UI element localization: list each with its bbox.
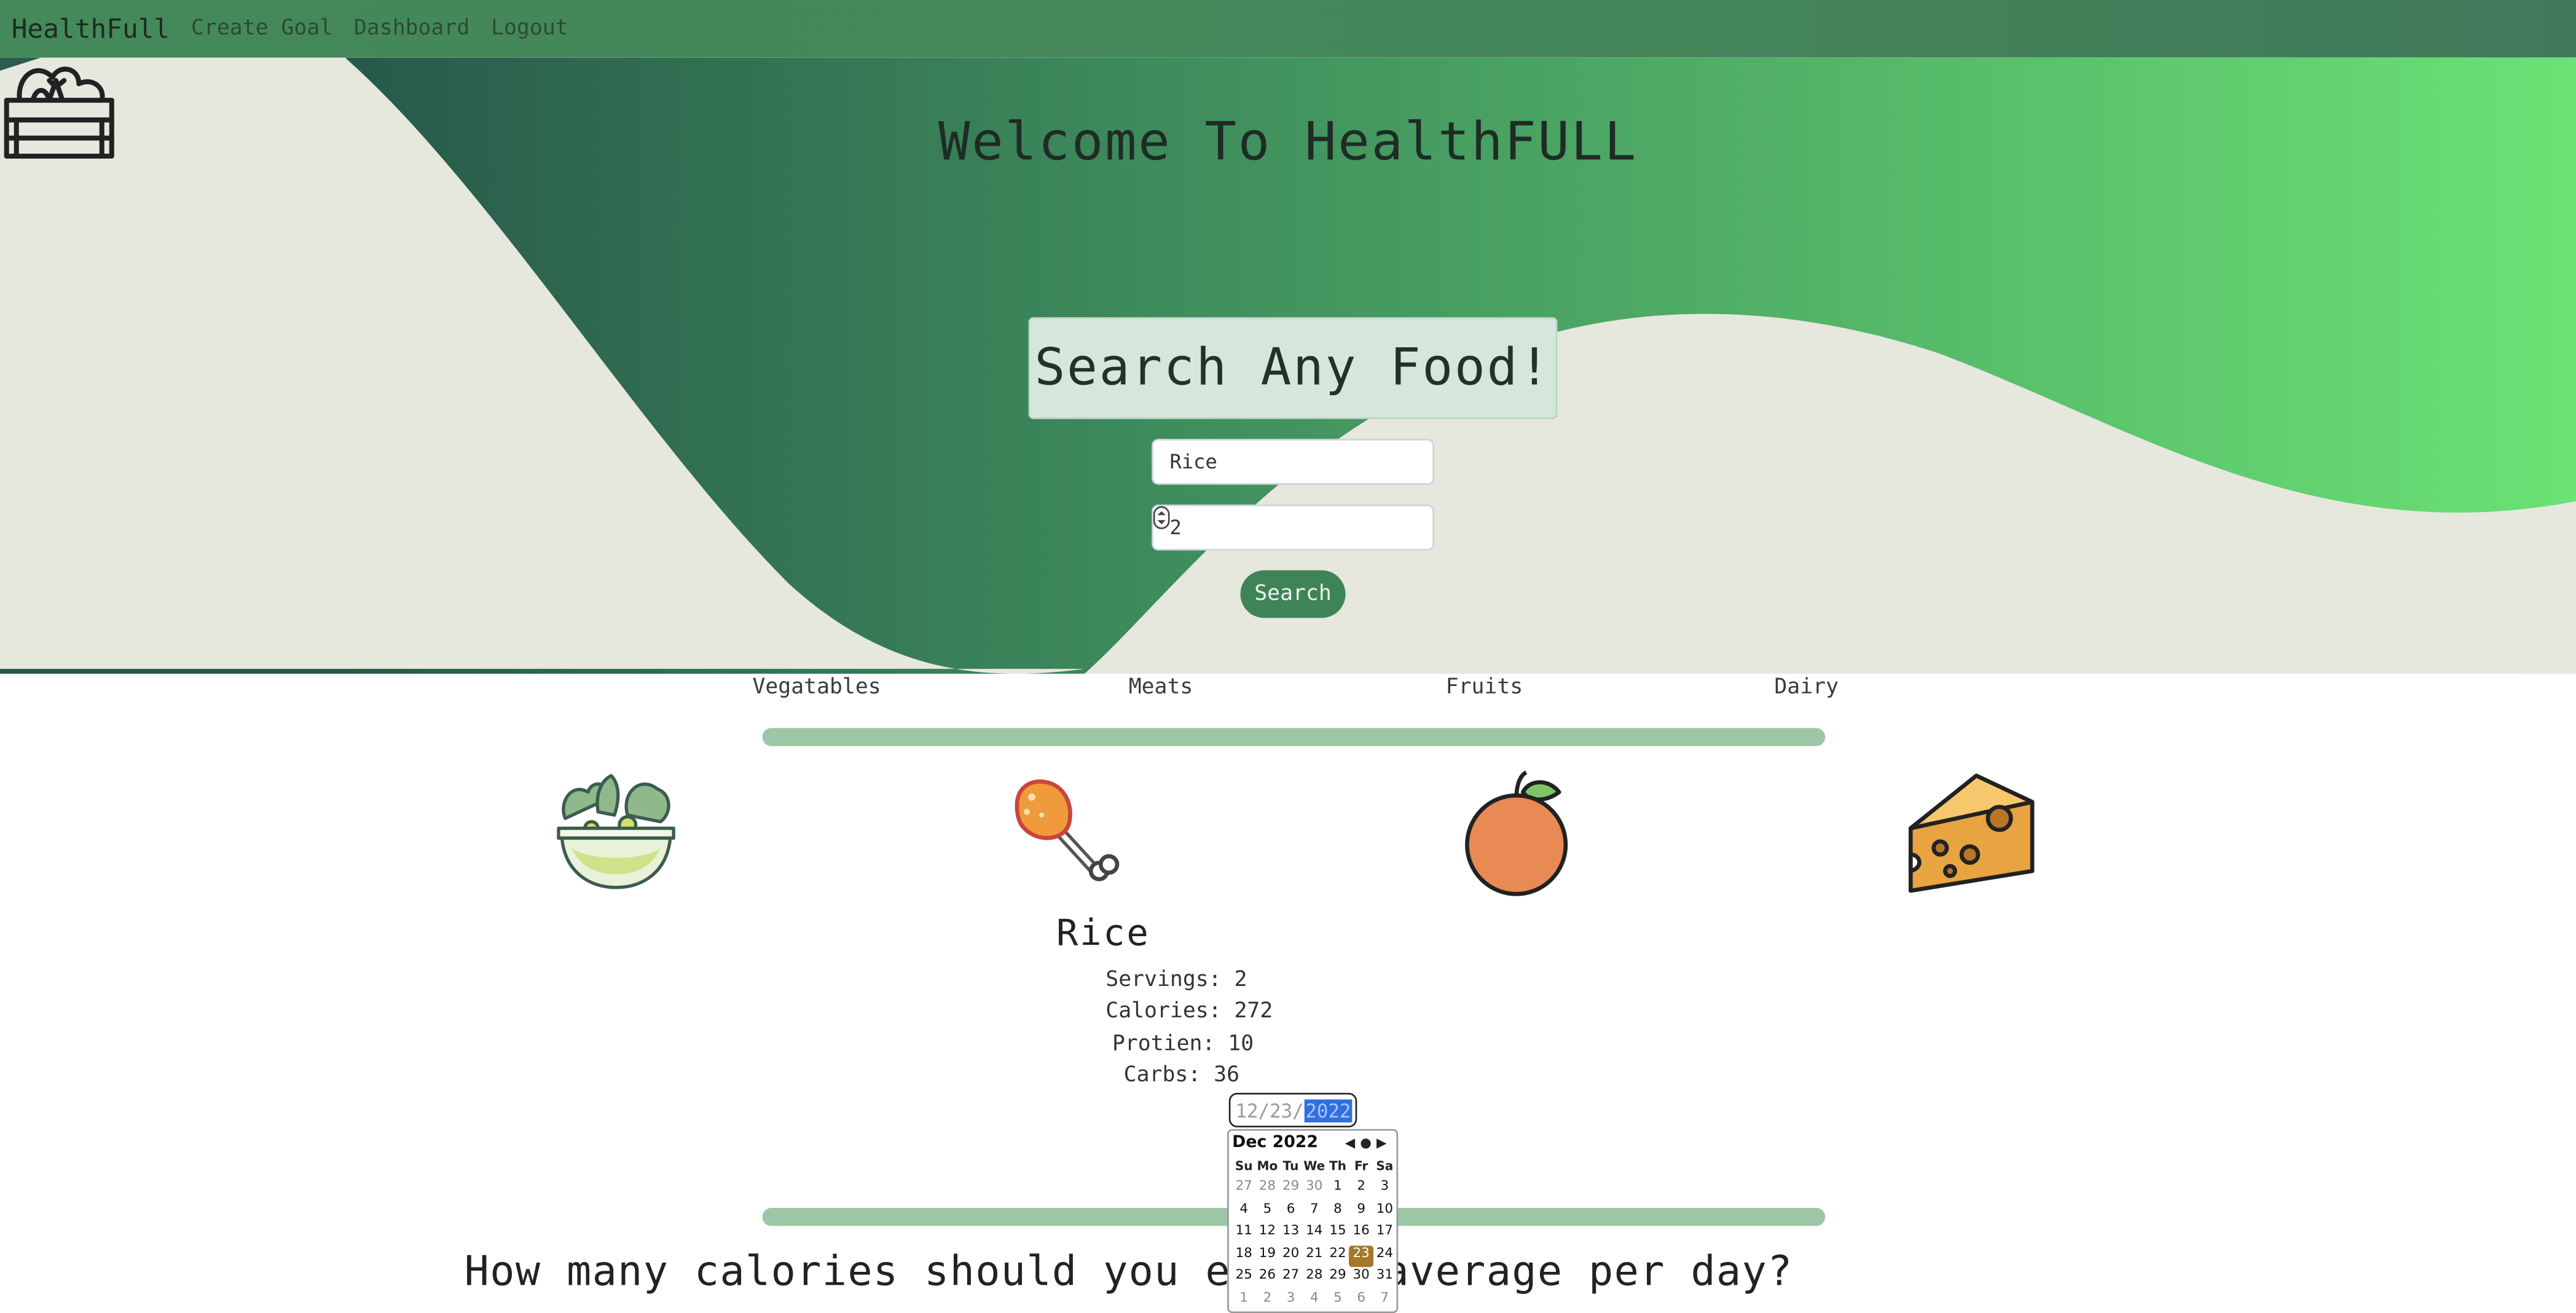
calendar-day[interactable]: 28	[1255, 1178, 1279, 1201]
hero-title: Welcome To HealthFULL	[938, 110, 1638, 173]
next-month-icon[interactable]: ▶	[1376, 1135, 1391, 1150]
weekday-label: Mo	[1257, 1158, 1278, 1173]
calendar-weekday-header: Su Mo Tu We Th Fr Sa	[1232, 1159, 1396, 1173]
calendar-day[interactable]: 10	[1373, 1201, 1396, 1223]
calendar-day[interactable]: 6	[1349, 1289, 1373, 1311]
result-food-name: Rice	[1056, 913, 1150, 955]
calendar-day[interactable]: 2	[1255, 1289, 1279, 1311]
calendar-day[interactable]: 31	[1373, 1267, 1396, 1289]
calendar-day[interactable]: 9	[1349, 1201, 1373, 1223]
divider-bar-top	[762, 728, 1826, 746]
calendar-day[interactable]: 5	[1255, 1201, 1279, 1223]
calendar-day[interactable]: 15	[1326, 1223, 1349, 1245]
date-input[interactable]: 12/23/2022	[1228, 1092, 1357, 1128]
calendar-day[interactable]: 25	[1232, 1267, 1255, 1289]
calendar-day[interactable]: 20	[1279, 1245, 1302, 1267]
calories-question-heading: How many calories should you eat on aver…	[464, 1247, 1793, 1295]
orange-icon[interactable]	[1461, 769, 1573, 897]
calendar-nav: ◀●▶	[1345, 1135, 1392, 1150]
nav-link-logout[interactable]: Logout	[491, 17, 568, 41]
result-carbs: Carbs: 36	[1123, 1063, 1240, 1088]
calendar-day[interactable]: 29	[1326, 1267, 1349, 1289]
calendar-day[interactable]: 17	[1373, 1223, 1396, 1245]
servings-value: 2	[1169, 516, 1182, 539]
calendar-day[interactable]: 24	[1373, 1245, 1396, 1267]
calendar-day[interactable]: 30	[1303, 1178, 1326, 1201]
cheese-icon[interactable]	[1904, 773, 2036, 894]
weekday-label: Fr	[1354, 1158, 1368, 1173]
top-navbar: HealthFull Create Goal Dashboard Logout	[0, 0, 2576, 58]
date-year[interactable]: 2022	[1303, 1098, 1353, 1122]
calendar-day[interactable]: 7	[1373, 1289, 1396, 1311]
date-separator: /	[1258, 1098, 1270, 1122]
today-dot-icon[interactable]: ●	[1360, 1135, 1376, 1150]
calendar-day-grid: 27 28 29 30 1 2 3 4 5 6 7 8 9 10 11 12 13 14 15 16 17 18 19 20 2…	[1232, 1178, 1396, 1312]
calendar-day[interactable]: 11	[1232, 1223, 1255, 1245]
category-fruits[interactable]: Fruits	[1446, 676, 1523, 700]
calendar-month-label[interactable]: Dec 2022	[1232, 1134, 1318, 1152]
calendar-day[interactable]: 18	[1232, 1245, 1255, 1267]
calendar-day[interactable]: 3	[1279, 1289, 1302, 1311]
calendar-day[interactable]: 21	[1303, 1245, 1326, 1267]
calendar-day[interactable]: 1	[1326, 1178, 1349, 1201]
brand-logo-link[interactable]: HealthFull	[12, 13, 170, 44]
calendar-day[interactable]: 27	[1232, 1178, 1255, 1201]
vegetable-crate-icon	[4, 66, 114, 159]
calendar-day[interactable]: 2	[1349, 1178, 1373, 1201]
food-search-input[interactable]: Rice	[1152, 438, 1434, 485]
calendar-day[interactable]: 19	[1255, 1245, 1279, 1267]
calendar-day[interactable]: 13	[1279, 1223, 1302, 1245]
weekday-label: Sa	[1376, 1158, 1394, 1173]
weekday-label: We	[1303, 1158, 1325, 1173]
result-calories: Calories: 272	[1105, 999, 1273, 1024]
calendar-day[interactable]: 1	[1232, 1289, 1255, 1311]
hero-section: Welcome To HealthFULL Search Any Food! R…	[0, 57, 2576, 674]
servings-number-input[interactable]: 2	[1152, 504, 1434, 551]
chicken-drumstick-icon[interactable]	[1010, 776, 1128, 891]
number-spinner-icon[interactable]	[1153, 506, 1170, 529]
calendar-day[interactable]: 28	[1303, 1267, 1326, 1289]
calendar-day[interactable]: 7	[1303, 1201, 1326, 1223]
weekday-label: Th	[1329, 1158, 1346, 1173]
calendar-day[interactable]: 12	[1255, 1223, 1279, 1245]
calendar-day[interactable]: 23	[1349, 1245, 1373, 1268]
nav-link-dashboard[interactable]: Dashboard	[354, 17, 469, 41]
date-picker-popup: Dec 2022 ◀●▶ Su Mo Tu We Th Fr Sa 27 28 29…	[1227, 1129, 1399, 1313]
category-vegetables[interactable]: Vegatables	[752, 676, 881, 700]
calendar-day[interactable]: 30	[1349, 1267, 1373, 1289]
food-search-value: Rice	[1169, 450, 1217, 473]
calendar-day[interactable]: 29	[1279, 1178, 1302, 1201]
search-banner: Search Any Food!	[1028, 317, 1558, 419]
weekday-label: Su	[1235, 1158, 1253, 1173]
result-servings: Servings: 2	[1105, 968, 1247, 993]
calendar-day[interactable]: 4	[1232, 1201, 1255, 1223]
calendar-day[interactable]: 5	[1326, 1289, 1349, 1311]
date-month[interactable]: 12	[1235, 1098, 1258, 1121]
calendar-day[interactable]: 16	[1349, 1223, 1373, 1245]
category-meats[interactable]: Meats	[1129, 676, 1193, 700]
calendar-day[interactable]: 22	[1326, 1245, 1349, 1267]
calendar-day[interactable]: 8	[1326, 1201, 1349, 1223]
nav-link-create-goal[interactable]: Create Goal	[191, 17, 332, 41]
calendar-day[interactable]: 27	[1279, 1267, 1302, 1289]
prev-month-icon[interactable]: ◀	[1345, 1135, 1360, 1150]
search-button[interactable]: Search	[1240, 570, 1346, 618]
result-protein: Protien: 10	[1112, 1031, 1254, 1057]
calendar-day[interactable]: 14	[1303, 1223, 1326, 1245]
date-separator: /	[1292, 1098, 1304, 1122]
calendar-day[interactable]: 6	[1279, 1201, 1302, 1223]
calendar-day[interactable]: 4	[1303, 1289, 1326, 1311]
calendar-day[interactable]: 26	[1255, 1267, 1279, 1289]
category-dairy[interactable]: Dairy	[1774, 676, 1839, 700]
salad-bowl-icon[interactable]	[556, 769, 677, 894]
calendar-day[interactable]: 3	[1373, 1178, 1396, 1201]
date-day[interactable]: 23	[1270, 1098, 1292, 1121]
weekday-label: Tu	[1282, 1158, 1299, 1173]
